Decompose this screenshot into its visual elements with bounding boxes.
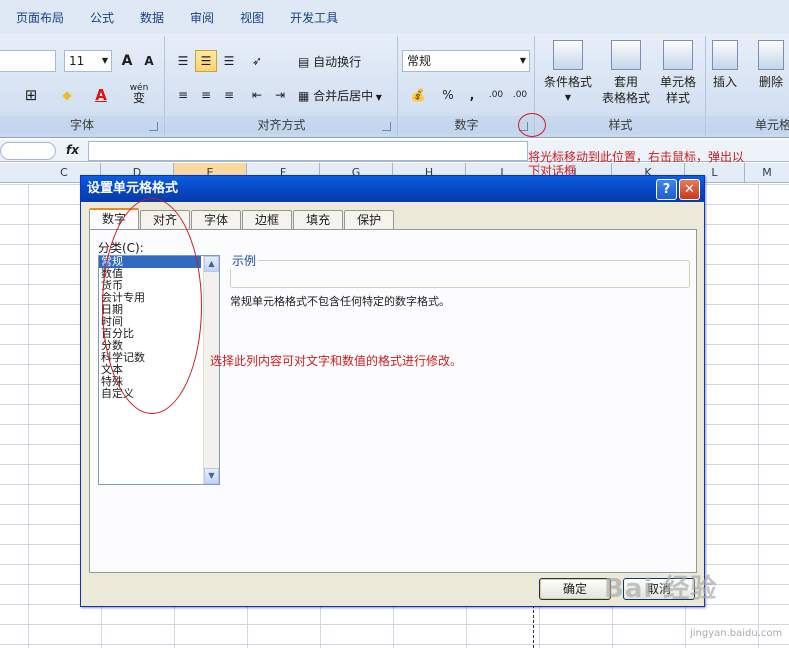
- cells-group: 插入 删除 单元格: [707, 36, 789, 136]
- number-tab-panel: 分类(C): 常规 数值 货币 会计专用 日期 时间 百分比 分数 科学记数 文…: [89, 198, 697, 573]
- number-group-label: 数字: [399, 116, 534, 134]
- ok-button[interactable]: 确定: [539, 578, 611, 600]
- category-scrollbar[interactable]: ▲ ▼: [203, 256, 219, 484]
- fill-color-icon[interactable]: ◆: [56, 84, 78, 106]
- tab-developer[interactable]: 开发工具: [277, 9, 351, 26]
- tab-fill[interactable]: 填充: [293, 210, 344, 230]
- grow-font-button[interactable]: A: [116, 50, 138, 72]
- alignment-dialog-launcher-icon[interactable]: [382, 122, 391, 131]
- tab-border[interactable]: 边框: [242, 210, 293, 230]
- increase-indent-icon[interactable]: ⇥: [269, 84, 291, 106]
- cell-styles-icon: [663, 40, 693, 70]
- styles-group: 条件格式 ▼ 套用 表格格式 单元格 样式 样式: [536, 36, 706, 136]
- format-table-button[interactable]: 套用 表格格式: [596, 40, 656, 106]
- dialog-titlebar[interactable]: 设置单元格格式 ? ✕: [81, 176, 704, 202]
- conditional-format-icon: [553, 40, 583, 70]
- alignment-group-label: 对齐方式: [166, 116, 397, 134]
- ribbon-tabs: 页面布局 公式 数据 审阅 视图 开发工具: [0, 0, 789, 34]
- sample-label: 示例: [230, 252, 259, 269]
- formula-input[interactable]: [88, 141, 528, 161]
- align-right-icon[interactable]: ≡: [218, 84, 240, 106]
- tab-review[interactable]: 审阅: [177, 9, 227, 26]
- wrap-text-icon: ▤: [298, 55, 314, 69]
- align-middle-icon[interactable]: ☰: [195, 50, 217, 72]
- dialog-title: 设置单元格格式: [87, 181, 179, 196]
- conditional-format-button[interactable]: 条件格式 ▼: [538, 40, 598, 106]
- insert-button[interactable]: 插入: [701, 40, 749, 90]
- chevron-down-icon: ▼: [519, 56, 526, 65]
- delete-icon: [758, 40, 784, 70]
- increase-decimal-button[interactable]: .00: [485, 84, 507, 106]
- column-header[interactable]: M: [745, 163, 789, 183]
- font-dialog-launcher-icon[interactable]: [149, 122, 158, 131]
- launcher-highlight-circle: [518, 113, 546, 137]
- align-center-icon[interactable]: ≡: [195, 84, 217, 106]
- ribbon: 11 ▼ A A ⊞ ◆ A wén 变 字体 ☰ ☰ ☰ ➶ ≡ ≡ ≡ ⇤ ⇥ …: [0, 34, 789, 138]
- merge-center-button[interactable]: ▦ 合并后居中 ▼: [298, 87, 382, 104]
- shrink-font-button[interactable]: A: [138, 50, 160, 72]
- tab-page-layout[interactable]: 页面布局: [0, 9, 77, 26]
- align-bottom-icon[interactable]: ☰: [218, 50, 240, 72]
- close-button[interactable]: ✕: [679, 179, 700, 200]
- tab-protection[interactable]: 保护: [344, 210, 395, 230]
- tab-font[interactable]: 字体: [191, 210, 242, 230]
- scroll-up-icon[interactable]: ▲: [204, 256, 219, 272]
- scroll-down-icon[interactable]: ▼: [204, 468, 219, 484]
- delete-button[interactable]: 删除: [749, 40, 789, 90]
- wrap-text-button[interactable]: ▤ 自动换行: [298, 53, 361, 70]
- sample-box: [230, 260, 690, 288]
- watermark-logo: Bai 经验: [604, 574, 718, 604]
- help-button[interactable]: ?: [656, 179, 677, 200]
- cells-group-label: 单元格: [707, 116, 789, 134]
- align-left-icon[interactable]: ≡: [172, 84, 194, 106]
- chevron-down-icon: ▼: [373, 93, 382, 102]
- list-highlight-circle: [102, 198, 202, 414]
- name-box[interactable]: [0, 142, 56, 160]
- format-cells-dialog: 设置单元格格式 ? ✕ 数字 对齐 字体 边框 填充 保护 分类(C): 常规 …: [80, 175, 705, 607]
- cell-styles-button[interactable]: 单元格 样式: [648, 40, 708, 106]
- currency-icon[interactable]: 💰: [403, 84, 433, 106]
- font-name-box[interactable]: [0, 50, 56, 72]
- format-table-icon: [611, 40, 641, 70]
- phonetic-icon[interactable]: wén 变: [126, 82, 152, 104]
- decrease-decimal-button[interactable]: .00: [509, 84, 531, 106]
- merge-icon: ▦: [298, 89, 314, 103]
- orientation-icon[interactable]: ➶: [246, 50, 268, 72]
- font-group-label: 字体: [0, 116, 164, 134]
- percent-button[interactable]: %: [437, 84, 459, 106]
- font-group: 11 ▼ A A ⊞ ◆ A wén 变 字体: [0, 36, 165, 136]
- fx-icon[interactable]: fx: [66, 143, 79, 157]
- page-break-line: [533, 600, 534, 648]
- tab-data[interactable]: 数据: [127, 9, 177, 26]
- comma-button[interactable]: ,: [461, 84, 483, 106]
- insert-icon: [712, 40, 738, 70]
- help-icon: ?: [662, 182, 671, 197]
- alignment-group: ☰ ☰ ☰ ➶ ≡ ≡ ≡ ⇤ ⇥ ▤ 自动换行 ▦ 合并后居中 ▼ 对齐方式: [166, 36, 398, 136]
- font-size-box[interactable]: 11 ▼: [64, 50, 112, 72]
- border-icon[interactable]: ⊞: [20, 84, 42, 106]
- format-description: 常规单元格格式不包含任何特定的数字格式。: [230, 295, 450, 308]
- number-group: 常规 ▼ 💰 % , .00 .00 数字: [399, 36, 535, 136]
- tab-view[interactable]: 视图: [227, 9, 277, 26]
- annotation-list: 选择此列内容可对文字和数值的格式进行修改。: [210, 354, 463, 368]
- watermark-url: jingyan.baidu.com: [690, 628, 783, 639]
- font-color-icon[interactable]: A: [90, 84, 112, 106]
- decrease-indent-icon[interactable]: ⇤: [246, 84, 268, 106]
- styles-group-label: 样式: [536, 116, 705, 134]
- align-top-icon[interactable]: ☰: [172, 50, 194, 72]
- tab-formulas[interactable]: 公式: [77, 9, 127, 26]
- number-format-select[interactable]: 常规 ▼: [402, 50, 530, 72]
- chevron-down-icon: ▼: [101, 56, 108, 65]
- chevron-down-icon: ▼: [564, 93, 572, 102]
- close-icon: ✕: [684, 182, 695, 197]
